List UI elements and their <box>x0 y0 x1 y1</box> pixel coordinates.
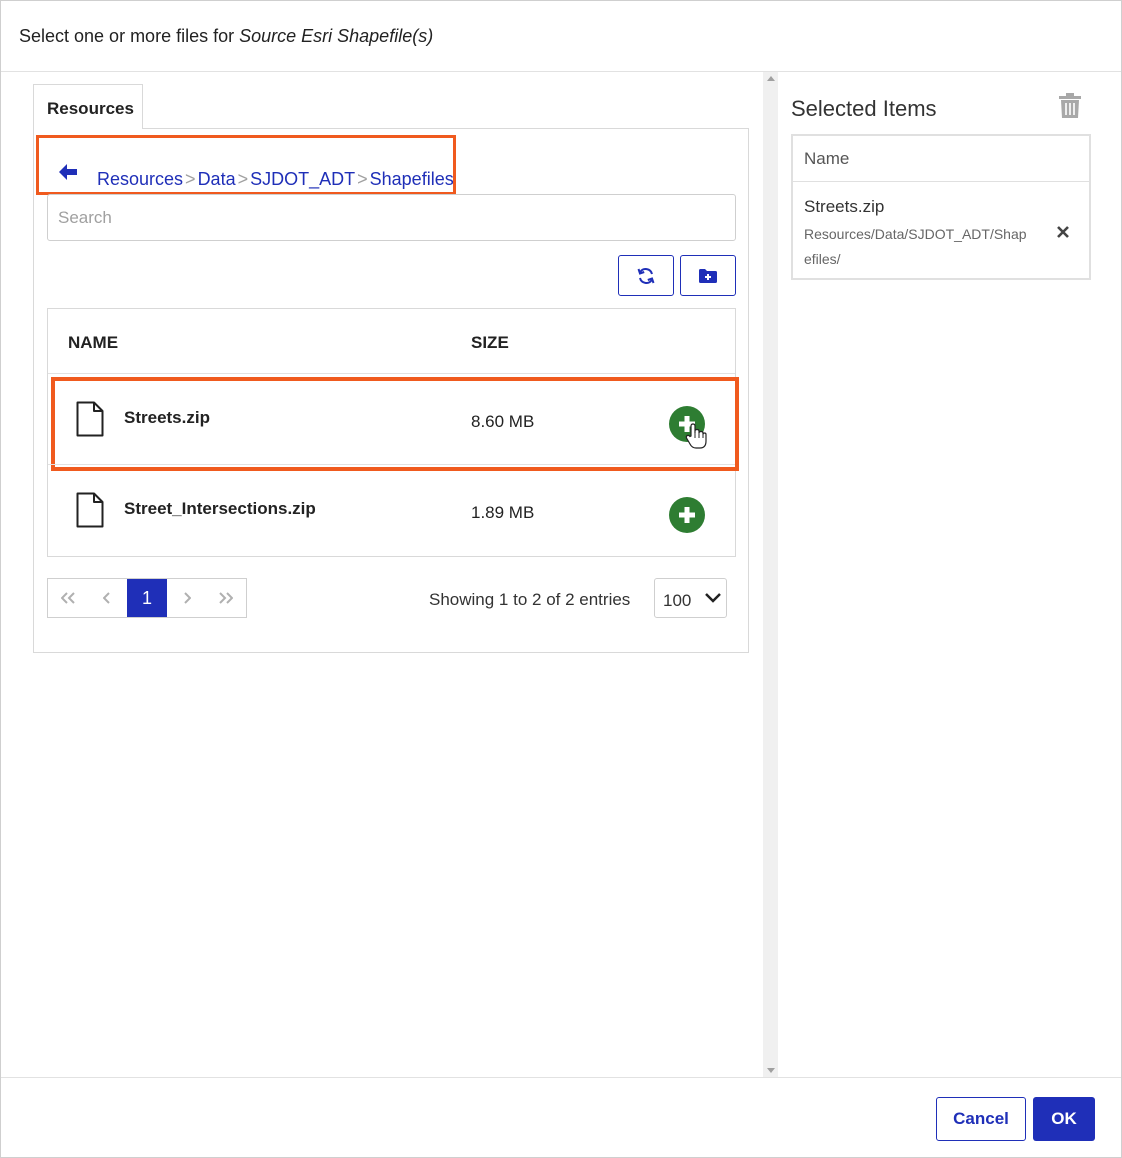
page-size-select[interactable]: 100 <box>654 578 727 618</box>
file-size: 8.60 MB <box>471 412 535 431</box>
chevron-left-icon <box>103 592 111 604</box>
close-icon[interactable] <box>1056 225 1070 239</box>
refresh-icon <box>637 267 655 284</box>
trash-icon[interactable] <box>1059 93 1081 118</box>
breadcrumb-item-data[interactable]: Data <box>198 169 236 189</box>
add-file-button[interactable] <box>669 497 705 533</box>
file-table: NAME SIZE Streets.zip 8.60 MB Street_Int… <box>47 308 739 557</box>
cancel-button[interactable]: Cancel <box>936 1097 1026 1141</box>
selected-items-table: Name Streets.zip Resources/Data/SJDOT_AD… <box>791 134 1091 280</box>
new-folder-button[interactable] <box>680 255 736 296</box>
page-size-value: 100 <box>663 591 692 610</box>
selected-column-header: Name <box>793 136 1089 182</box>
selected-items-pane: Selected Items Name Streets.zip Resource… <box>778 72 1121 1077</box>
table-row[interactable]: Streets.zip 8.60 MB <box>48 373 739 471</box>
file-size: 1.89 MB <box>471 503 535 522</box>
tab-resources[interactable]: Resources <box>33 84 143 129</box>
plus-icon <box>679 507 695 523</box>
next-page-button[interactable] <box>167 579 207 617</box>
breadcrumb: Resources > Data > SJDOT_ADT > Shapefiles <box>36 135 456 195</box>
dialog-header: Select one or more files for Source Esri… <box>1 1 1121 72</box>
selected-items-title: Selected Items <box>791 96 937 121</box>
chevron-down-icon <box>705 593 721 603</box>
scroll-up-arrow-icon[interactable] <box>767 76 775 81</box>
selected-item-name: Streets.zip <box>804 197 885 216</box>
breadcrumb-trail: Resources > Data > SJDOT_ADT > Shapefiles <box>97 169 454 190</box>
first-page-button[interactable] <box>48 579 88 617</box>
double-chevron-left-icon <box>60 592 75 604</box>
file-name: Street_Intersections.zip <box>124 499 316 518</box>
file-name: Streets.zip <box>124 408 210 427</box>
entries-info: Showing 1 to 2 of 2 entries <box>429 590 631 609</box>
double-chevron-right-icon <box>219 592 234 604</box>
resources-panel: Resources > Data > SJDOT_ADT > Shapefiles <box>33 128 749 653</box>
file-icon <box>76 492 104 528</box>
pagination: 1 <box>47 578 247 618</box>
scroll-down-arrow-icon[interactable] <box>767 1068 775 1073</box>
dialog-title-target: Source Esri Shapefile(s) <box>239 26 434 46</box>
column-header-size[interactable]: SIZE <box>471 333 509 353</box>
breadcrumb-separator: > <box>357 169 368 189</box>
back-arrow-icon[interactable] <box>58 163 78 181</box>
previous-page-button[interactable] <box>88 579 128 617</box>
dialog-footer: Cancel OK <box>1 1077 1121 1157</box>
ok-button[interactable]: OK <box>1033 1097 1095 1141</box>
breadcrumb-separator: > <box>237 169 249 189</box>
dialog-title-prefix: Select one or more files for <box>19 26 240 46</box>
file-icon <box>76 401 104 437</box>
page-number-button[interactable]: 1 <box>127 579 167 617</box>
folder-plus-icon <box>699 268 717 283</box>
chevron-right-icon <box>183 592 191 604</box>
selected-item-path: Resources/Data/SJDOT_ADT/Shapefiles/ <box>804 226 1027 267</box>
refresh-button[interactable] <box>618 255 674 296</box>
last-page-button[interactable] <box>206 579 246 617</box>
file-select-dialog: Select one or more files for Source Esri… <box>0 0 1122 1158</box>
breadcrumb-item-shapefiles[interactable]: Shapefiles <box>370 169 454 189</box>
breadcrumb-item-resources[interactable]: Resources <box>97 169 183 189</box>
table-row[interactable]: Street_Intersections.zip 1.89 MB <box>48 464 735 555</box>
breadcrumb-separator: > <box>185 169 196 189</box>
search-input[interactable] <box>47 194 736 241</box>
hand-cursor-icon <box>685 423 707 449</box>
column-header-name[interactable]: NAME <box>68 333 118 353</box>
breadcrumb-item-sjdot-adt[interactable]: SJDOT_ADT <box>250 169 355 189</box>
vertical-scrollbar[interactable] <box>763 72 778 1077</box>
file-browser-pane: Resources Resources > Data > SJDOT_ADT > Shape… <box>1 72 763 1077</box>
dialog-title: Select one or more files for Source Esri… <box>19 26 433 47</box>
